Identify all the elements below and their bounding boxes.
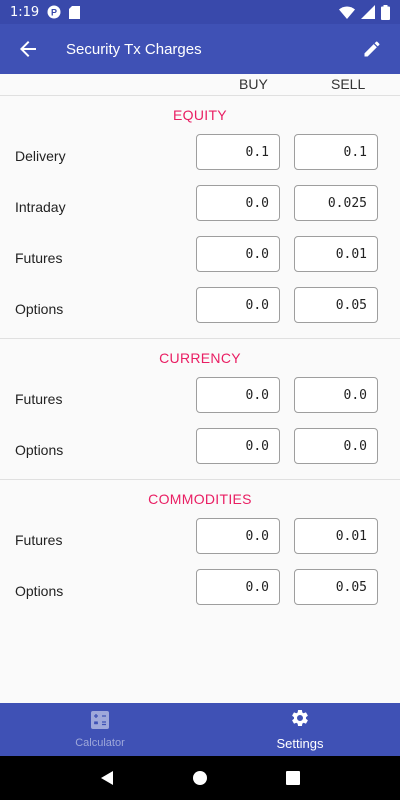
buy-charge-input[interactable]	[196, 518, 280, 554]
status-bar: 1:19 P	[0, 0, 400, 24]
row-label: Options	[15, 583, 64, 599]
nav-item-label: Settings	[276, 736, 324, 751]
column-headers: BUY SELL	[0, 74, 400, 96]
sell-charge-input[interactable]	[294, 236, 378, 272]
charge-row: Delivery	[0, 134, 400, 185]
system-navigation-bar	[0, 756, 400, 800]
charge-row: Futures	[0, 377, 400, 428]
sell-charge-input[interactable]	[294, 428, 378, 464]
calculator-icon	[91, 710, 109, 733]
gear-icon	[290, 708, 310, 732]
charge-row: Futures	[0, 518, 400, 569]
sell-charge-input[interactable]	[294, 377, 378, 413]
nav-item-settings[interactable]: Settings	[200, 703, 400, 756]
section-currency: CURRENCY Futures Options	[0, 339, 400, 480]
row-label: Options	[15, 442, 64, 458]
bottom-navigation: Calculator Settings	[0, 703, 400, 756]
buy-charge-input[interactable]	[196, 377, 280, 413]
app-bar: Security Tx Charges	[0, 24, 400, 74]
page-title: Security Tx Charges	[66, 40, 202, 58]
section-title: CURRENCY	[159, 350, 241, 366]
row-label: Futures	[15, 391, 63, 407]
buy-charge-input[interactable]	[196, 569, 280, 605]
charge-row: Intraday	[0, 185, 400, 236]
buy-charge-input[interactable]	[196, 185, 280, 221]
edit-pencil-icon[interactable]	[358, 35, 386, 63]
buy-charge-input[interactable]	[196, 236, 280, 272]
section-equity: EQUITY Delivery Intraday Futures Options	[0, 96, 400, 339]
buy-charge-input[interactable]	[196, 134, 280, 170]
status-time: 1:19	[10, 4, 40, 20]
wifi-icon	[339, 6, 355, 19]
system-recents-icon[interactable]	[281, 766, 305, 790]
buy-charge-input[interactable]	[196, 287, 280, 323]
sd-card-icon	[69, 5, 81, 19]
sell-charge-input[interactable]	[294, 569, 378, 605]
battery-icon	[381, 4, 390, 20]
system-back-icon[interactable]	[95, 766, 119, 790]
app-notification-icon: P	[47, 5, 61, 19]
section-commodities: COMMODITIES Futures Options	[0, 480, 400, 620]
svg-text:P: P	[51, 8, 57, 18]
sell-charge-input[interactable]	[294, 185, 378, 221]
row-label: Futures	[15, 250, 63, 266]
row-label: Intraday	[15, 199, 66, 215]
buy-column-header: BUY	[239, 76, 268, 92]
charge-row: Options	[0, 428, 400, 479]
row-label: Delivery	[15, 148, 66, 164]
sell-column-header: SELL	[331, 76, 366, 92]
row-label: Options	[15, 301, 64, 317]
sell-charge-input[interactable]	[294, 134, 378, 170]
charge-row: Options	[0, 287, 400, 338]
section-title: COMMODITIES	[148, 491, 252, 507]
row-label: Futures	[15, 532, 63, 548]
sell-charge-input[interactable]	[294, 518, 378, 554]
charges-content: BUY SELL EQUITY Delivery Intraday Future…	[0, 74, 400, 703]
sell-charge-input[interactable]	[294, 287, 378, 323]
charge-row: Options	[0, 569, 400, 620]
charge-row: Futures	[0, 236, 400, 287]
back-arrow-icon[interactable]	[14, 35, 42, 63]
nav-item-label: Calculator	[75, 736, 125, 749]
signal-icon	[361, 5, 375, 19]
section-title: EQUITY	[173, 107, 227, 123]
buy-charge-input[interactable]	[196, 428, 280, 464]
nav-item-calculator[interactable]: Calculator	[0, 703, 200, 756]
system-home-icon[interactable]	[188, 766, 212, 790]
